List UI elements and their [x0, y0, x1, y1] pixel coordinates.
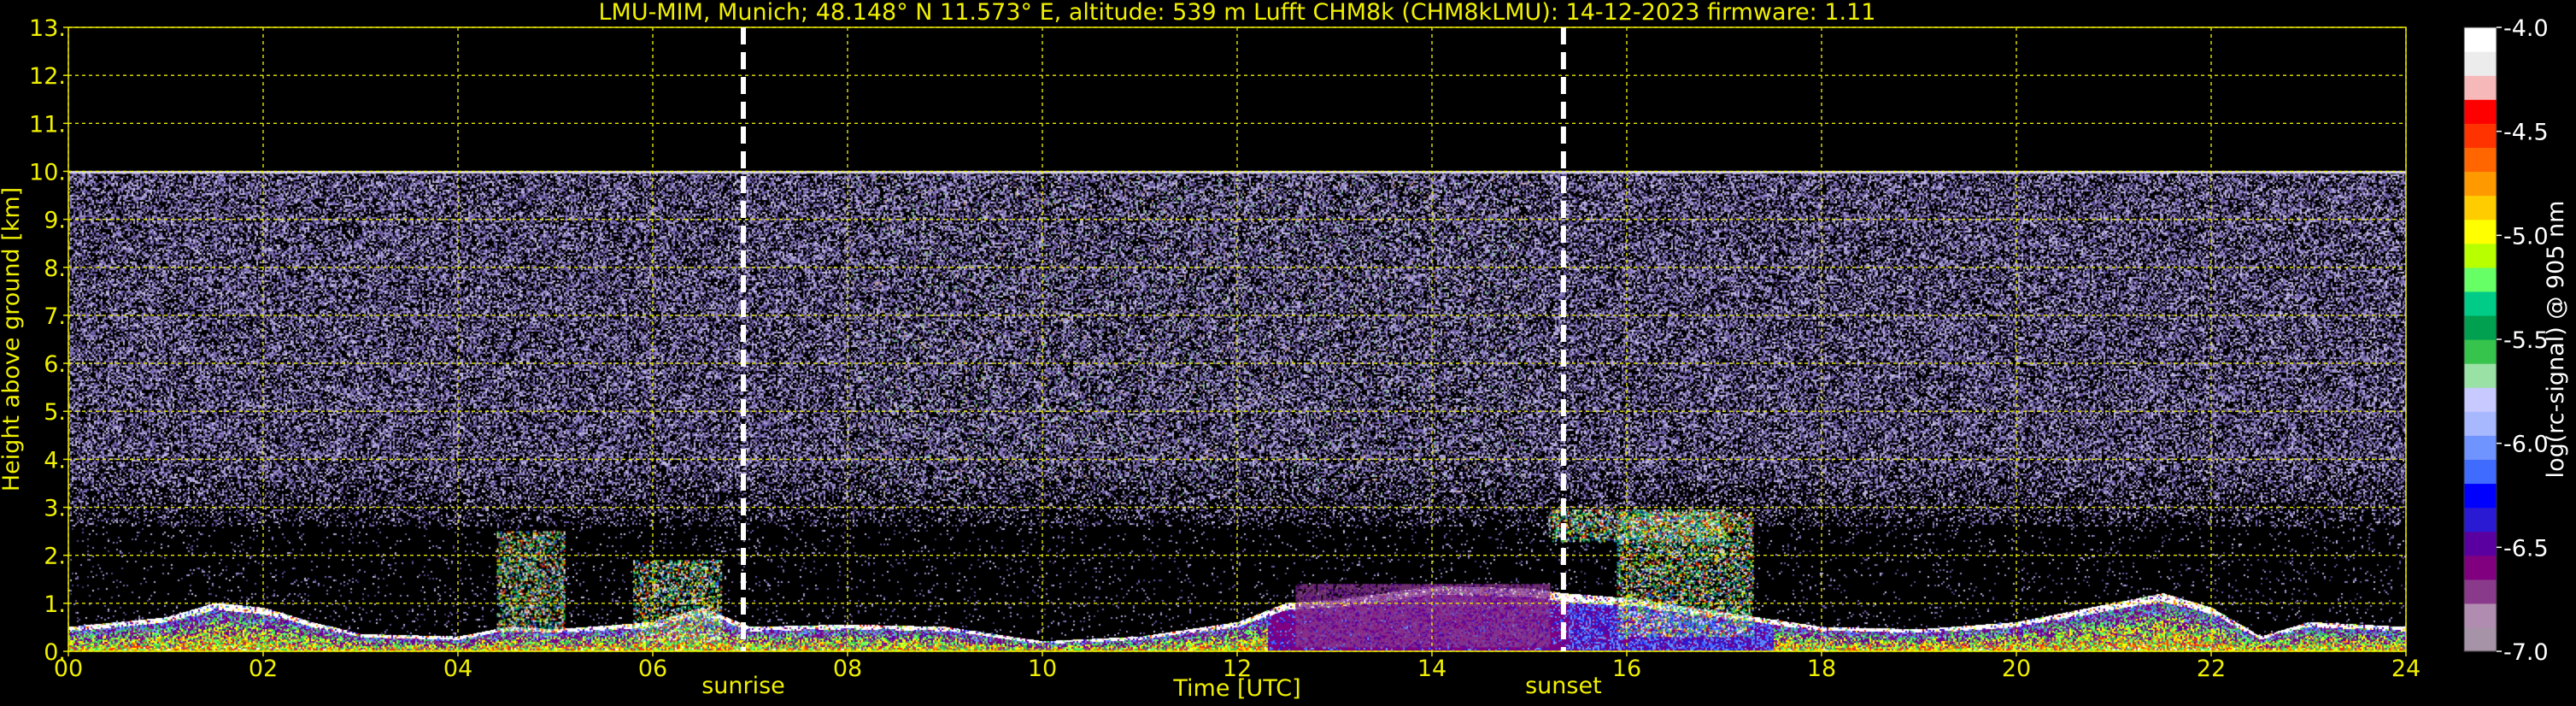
- colorbar-segment: [2464, 171, 2497, 197]
- marker-label-sunrise: sunrise: [701, 673, 785, 699]
- x-tick-label: 10: [1028, 656, 1057, 682]
- colorbar-segment: [2464, 627, 2497, 652]
- colorbar-segment: [2464, 531, 2497, 556]
- x-tick-label: 14: [1417, 656, 1446, 682]
- colorbar-segment: [2464, 459, 2497, 485]
- colorbar-segment: [2464, 267, 2497, 292]
- x-tick-label: 04: [443, 656, 472, 682]
- colorbar-segment: [2464, 219, 2497, 244]
- colorbar-tick-label: -7.0: [2503, 639, 2549, 666]
- colorbar-segment: [2464, 411, 2497, 436]
- chart-title: LMU-MIM, Munich; 48.148° N 11.573° E, al…: [599, 0, 1876, 26]
- colorbar-tick-label: -5.5: [2503, 327, 2549, 354]
- y-tick-label: 8.: [44, 256, 66, 282]
- x-tick-label: 06: [638, 656, 667, 682]
- y-tick-label: 5.: [44, 399, 66, 426]
- y-tick-label: 0.: [44, 639, 66, 666]
- colorbar-tick-label: -4.5: [2503, 120, 2549, 146]
- marker-label-sunset: sunset: [1525, 673, 1602, 699]
- y-tick-label: 9.: [44, 208, 66, 234]
- x-tick-label: 20: [2002, 656, 2031, 682]
- colorbar-tick-label: -6.5: [2503, 535, 2549, 562]
- colorbar-segment: [2464, 147, 2497, 173]
- y-tick-label: 11.: [29, 111, 66, 138]
- y-tick-label: 3.: [44, 496, 66, 522]
- x-tick-label: 24: [2391, 656, 2421, 682]
- colorbar-segment: [2464, 435, 2497, 460]
- colorbar-segment: [2464, 51, 2497, 76]
- colorbar-segment: [2464, 291, 2497, 316]
- y-tick-label: 12.: [29, 63, 66, 90]
- colorbar-segment: [2464, 579, 2497, 604]
- y-tick-label: 4.: [44, 447, 66, 474]
- chart-stage: sunrise sunset 00 02 04 06 08 10 12 14 16 18 20 22 24 0…: [0, 0, 2576, 706]
- colorbar-segment: [2464, 603, 2497, 628]
- colorbar-segment: [2464, 123, 2497, 148]
- x-tick-label: 16: [1612, 656, 1641, 682]
- colorbar-segment: [2464, 75, 2497, 100]
- colorbar-segment: [2464, 483, 2497, 509]
- colorbar-segment: [2464, 27, 2497, 52]
- colorbar-segment: [2464, 555, 2497, 580]
- colorbar-segment: [2464, 363, 2497, 388]
- y-tick-label: 7.: [44, 303, 66, 330]
- y-axis-label: Height above ground [km]: [0, 187, 25, 491]
- y-tick-label: 10.: [29, 159, 66, 185]
- colorbar-tick-label: -5.0: [2503, 223, 2549, 250]
- y-tick-label: 2.: [44, 544, 66, 570]
- colorbar-segment: [2464, 315, 2497, 340]
- colorbar-segment: [2464, 339, 2497, 364]
- x-axis-label: Time [UTC]: [1172, 675, 1300, 702]
- backscatter-heatmap: [68, 27, 2406, 651]
- x-tick-label: 22: [2197, 656, 2226, 682]
- x-tick-label: 18: [1807, 656, 1836, 682]
- colorbar-segment: [2464, 387, 2497, 412]
- x-tick-label: 08: [833, 656, 862, 682]
- y-tick-label: 13.: [29, 15, 66, 42]
- colorbar-tick-label: -6.0: [2503, 432, 2549, 458]
- y-tick-label: 6.: [44, 351, 66, 378]
- colorbar-segment: [2464, 507, 2497, 532]
- colorbar-segment: [2464, 99, 2497, 124]
- colorbar-label: log(rc-signal) @ 905 nm: [2543, 201, 2569, 479]
- colorbar-segment: [2464, 195, 2497, 221]
- x-tick-label: 02: [249, 656, 278, 682]
- y-tick-label: 1.: [44, 591, 66, 618]
- ceilometer-chart: sunrise sunset00 02 04 06 08 10 12 14 16 18 20 22 240…: [0, 0, 2576, 706]
- colorbar-tick-label: -4.0: [2503, 15, 2549, 42]
- colorbar-segment: [2464, 243, 2497, 268]
